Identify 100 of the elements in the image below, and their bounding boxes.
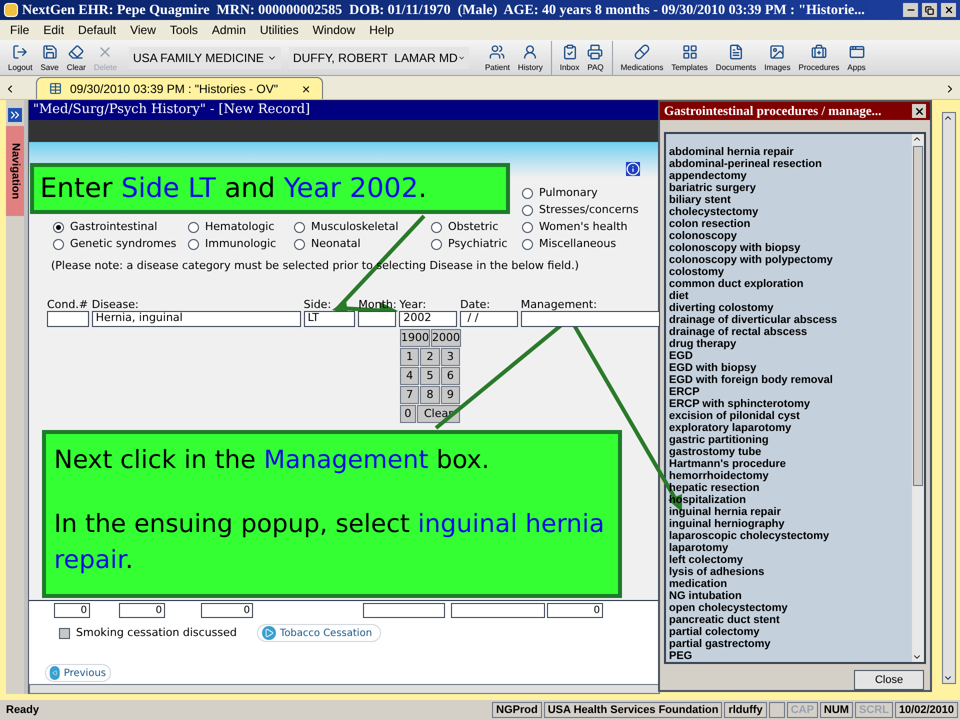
menu-item[interactable]: Tools — [170, 21, 198, 39]
list-item[interactable]: laparotomy — [669, 542, 912, 554]
menu-item[interactable]: Utilities — [260, 21, 299, 39]
radio-button[interactable] — [294, 222, 305, 233]
menu-item[interactable]: Default — [78, 21, 116, 39]
expand-icon[interactable] — [8, 108, 22, 122]
restore-button[interactable] — [922, 3, 937, 17]
radio-button[interactable] — [188, 239, 199, 250]
minimize-button[interactable] — [903, 3, 918, 17]
navigation-tab[interactable]: Navigation — [6, 126, 24, 216]
menu-item[interactable]: View — [130, 21, 156, 39]
toolbar-button[interactable]: History — [514, 40, 547, 74]
radio-option[interactable]: Psychiatric — [431, 237, 522, 252]
list-item[interactable]: exploratory laparotomy — [669, 422, 912, 434]
radio-option[interactable]: Genetic syndromes — [53, 237, 188, 252]
tab-close-button[interactable]: × — [302, 82, 310, 96]
dropdown[interactable]: DUFFY, ROBERT LAMAR MD — [288, 46, 469, 68]
keypad-key[interactable]: 6 — [440, 366, 460, 384]
keypad-key[interactable]: 0 — [400, 404, 416, 422]
radio-option[interactable]: Miscellaneous — [522, 237, 660, 252]
toolbar-button[interactable]: Apps — [843, 40, 870, 74]
menu-item[interactable]: File — [10, 21, 30, 39]
info-icon[interactable] — [626, 162, 640, 176]
radio-option[interactable]: Obstetric — [431, 220, 522, 235]
keypad-key[interactable]: 4 — [400, 366, 420, 384]
input-field[interactable] — [451, 603, 545, 618]
list-item[interactable]: inguinal herniography — [669, 518, 912, 530]
list-item[interactable]: bariatric surgery — [669, 182, 912, 194]
list-item[interactable]: ERCP — [669, 386, 912, 398]
toolbar-button[interactable]: Medications — [616, 40, 668, 74]
list-item[interactable]: abdominal hernia repair — [669, 146, 912, 158]
list-item[interactable]: pancreatic duct stent — [669, 614, 912, 626]
toolbar-button[interactable]: Documents — [712, 40, 760, 74]
list-item[interactable]: open cholecystectomy — [669, 602, 912, 614]
previous-button[interactable]: Previous — [45, 664, 111, 682]
radio-option[interactable]: Hematologic — [188, 220, 294, 235]
menu-item[interactable]: Help — [369, 21, 394, 39]
input-field[interactable]: 0 — [119, 603, 165, 618]
input-field[interactable] — [363, 603, 445, 618]
close-button[interactable] — [912, 104, 926, 118]
input-field[interactable]: 2002 — [399, 310, 458, 326]
toolbar-button[interactable]: Inbox — [556, 40, 584, 74]
list-item[interactable]: appendectomy — [669, 170, 912, 182]
list-item[interactable]: cholecystectomy — [669, 206, 912, 218]
list-item[interactable]: partial gastrectomy — [669, 638, 912, 650]
input-field[interactable]: 0 — [547, 603, 603, 618]
radio-button[interactable] — [431, 222, 442, 233]
document-tab[interactable]: 09/30/2010 03:39 PM : "Histories - OV" × — [36, 77, 324, 99]
input-field[interactable]: / / — [460, 310, 518, 326]
list-item[interactable]: drainage of rectal abscess — [669, 326, 912, 338]
list-item[interactable]: laparoscopic cholecystectomy — [669, 530, 912, 542]
list-item[interactable]: medication — [669, 578, 912, 590]
list-item[interactable]: NG intubation — [669, 590, 912, 602]
list-item[interactable]: gastrostomy tube — [669, 446, 912, 458]
radio-option[interactable]: Gastrointestinal — [53, 220, 188, 235]
list-item[interactable]: drainage of diverticular abscess — [669, 314, 912, 326]
list-item[interactable]: ERCP with sphincterotomy — [669, 398, 912, 410]
radio-option[interactable]: Pulmonary — [522, 186, 660, 201]
keypad-key[interactable]: 2000 — [431, 328, 461, 346]
radio-button[interactable] — [522, 188, 533, 199]
keypad-key[interactable]: 9 — [440, 386, 460, 404]
input-field[interactable] — [47, 310, 89, 326]
scroll-thumb[interactable] — [913, 146, 923, 486]
list-item[interactable]: PEG — [669, 650, 912, 662]
checkbox[interactable] — [59, 628, 70, 638]
toolbar-button[interactable]: Logout — [4, 40, 36, 74]
keypad-key[interactable]: 1900 — [400, 328, 430, 346]
radio-option[interactable]: Stresses/concerns — [522, 203, 660, 218]
radio-button[interactable] — [522, 239, 533, 250]
radio-option[interactable]: Neonatal — [294, 237, 431, 252]
radio-button[interactable] — [522, 222, 533, 233]
dropdown[interactable]: USA FAMILY MEDICINE — [128, 46, 281, 68]
keypad-key[interactable]: 2 — [420, 348, 440, 366]
radio-button[interactable] — [188, 222, 199, 233]
tobacco-cessation-button[interactable]: Tobacco Cessation — [256, 624, 382, 642]
list-item[interactable]: lysis of adhesions — [669, 566, 912, 578]
keypad-key[interactable]: 1 — [400, 348, 420, 366]
list-item[interactable]: common duct exploration — [669, 278, 912, 290]
close-button[interactable]: Close — [854, 670, 924, 690]
list-item[interactable]: colonoscopy with biopsy — [669, 242, 912, 254]
list-item[interactable]: gastric partitioning — [669, 434, 912, 446]
toolbar-button[interactable]: Procedures — [794, 40, 844, 74]
list-item[interactable]: abdominal-perineal resection — [669, 158, 912, 170]
input-field[interactable] — [358, 310, 396, 326]
list-item[interactable]: excision of pilonidal cyst — [669, 410, 912, 422]
input-field[interactable]: LT — [304, 310, 356, 326]
list-item[interactable]: colostomy — [669, 266, 912, 278]
menu-item[interactable]: Window — [312, 21, 356, 39]
input-field[interactable]: 0 — [54, 603, 90, 618]
list-item[interactable]: biliary stent — [669, 194, 912, 206]
toolbar-button[interactable]: PAQ — [583, 40, 608, 74]
list-item[interactable]: inguinal hernia repair — [669, 506, 912, 518]
keypad-key[interactable]: 8 — [420, 386, 440, 404]
list-item[interactable]: hemorrhoidectomy — [669, 470, 912, 482]
toolbar-button[interactable]: Patient — [480, 40, 514, 74]
list-item[interactable]: EGD — [669, 350, 912, 362]
list-item[interactable]: left colectomy — [669, 554, 912, 566]
radio-button[interactable] — [522, 205, 533, 216]
toolbar-button[interactable]: Templates — [667, 40, 712, 74]
list-item[interactable]: EGD with foreign body removal — [669, 374, 912, 386]
